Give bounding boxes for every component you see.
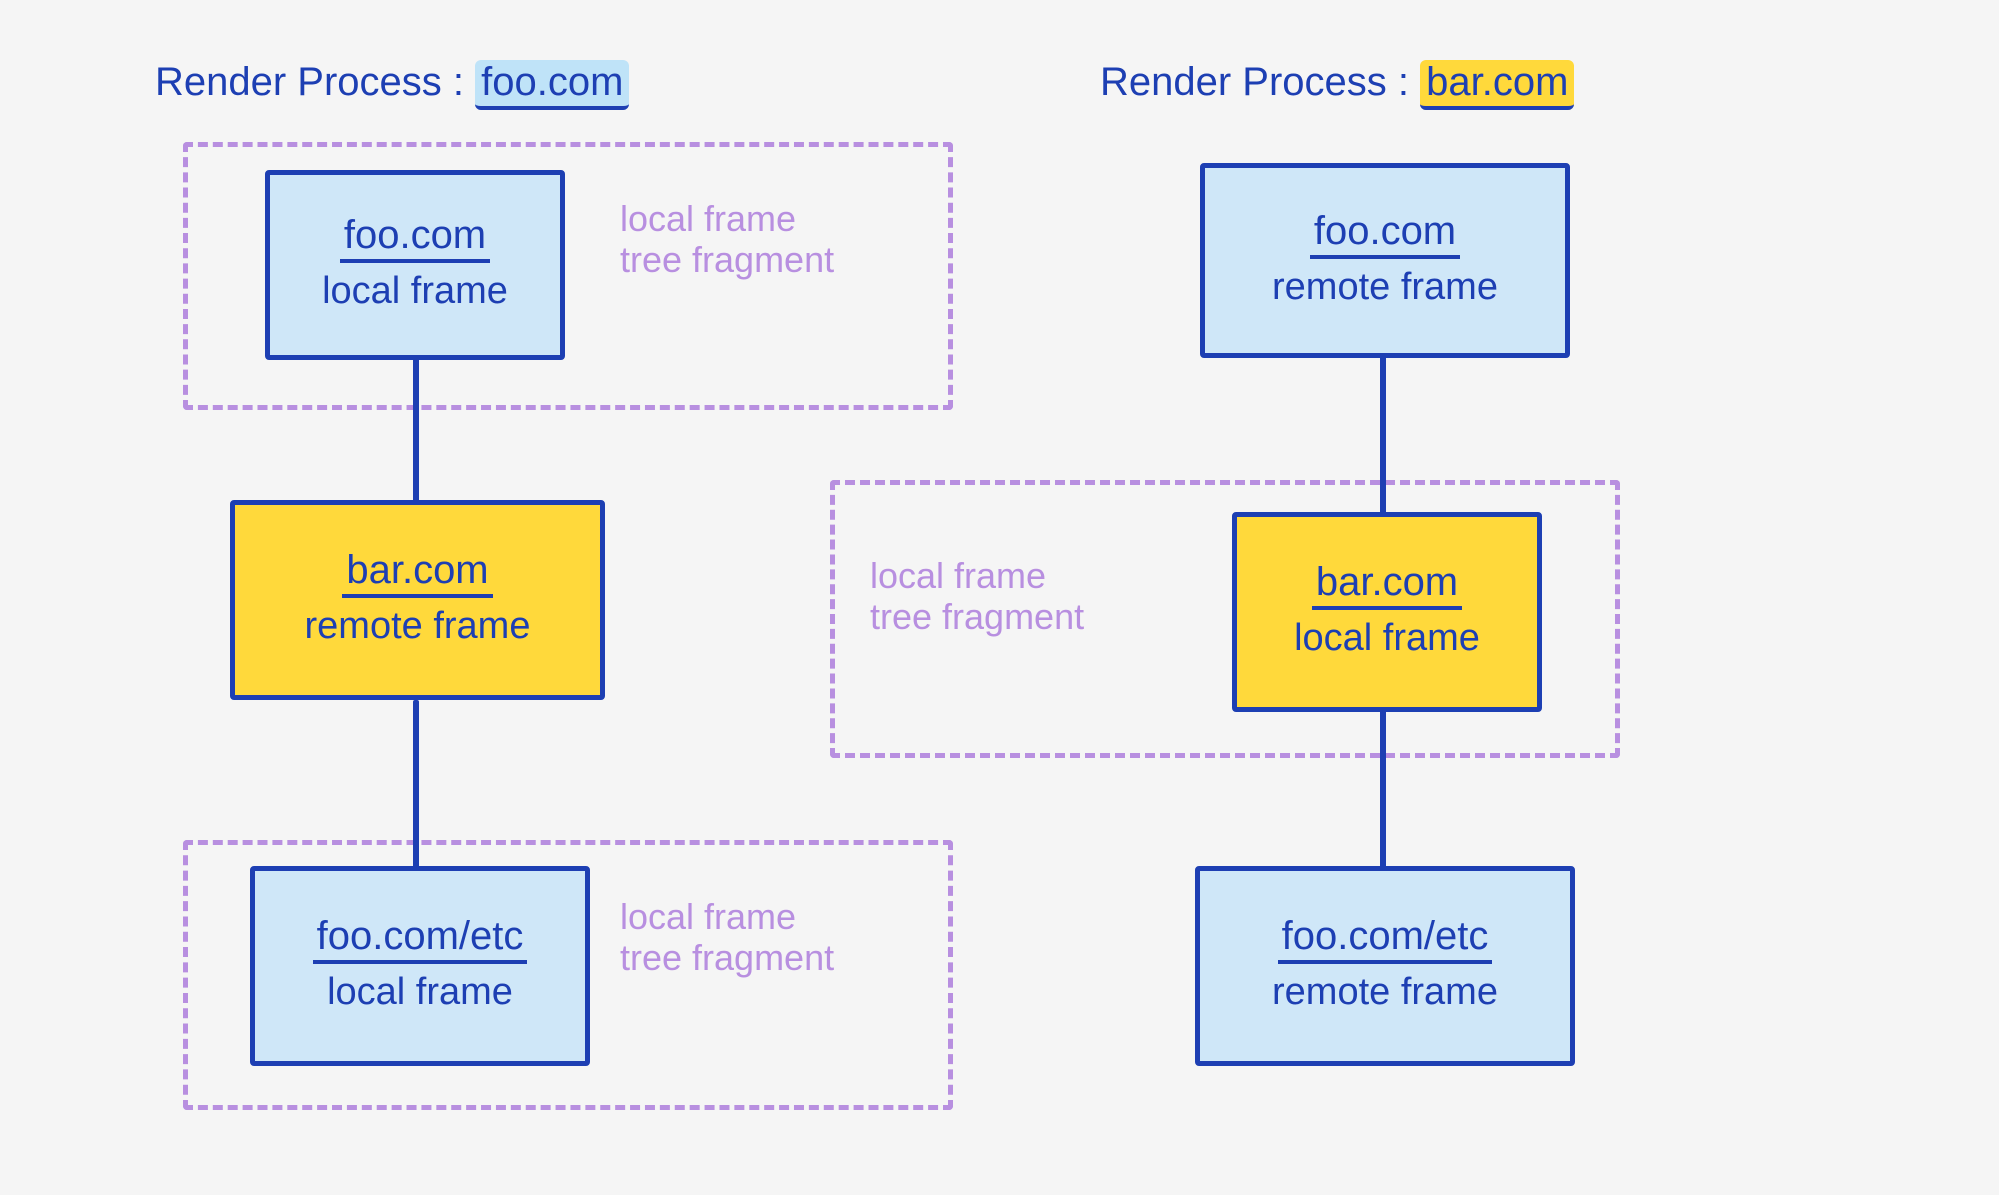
- fragment-label-left-bottom: local frame tree fragment: [620, 896, 834, 979]
- node-left-0-type: local frame: [322, 271, 508, 313]
- node-left-1-url: bar.com: [342, 548, 492, 598]
- connector-right-1: [1380, 350, 1386, 515]
- node-left-2-url: foo.com/etc: [313, 914, 528, 964]
- node-right-1-url: bar.com: [1312, 560, 1462, 610]
- connector-right-2: [1380, 710, 1386, 870]
- node-right-0: foo.com remote frame: [1200, 163, 1570, 358]
- node-right-1-type: local frame: [1294, 618, 1480, 660]
- node-right-2-url: foo.com/etc: [1278, 914, 1493, 964]
- title-right-origin: bar.com: [1420, 60, 1574, 110]
- node-left-0-url: foo.com: [340, 213, 490, 263]
- title-right-prefix: Render Process :: [1100, 60, 1420, 104]
- diagram-canvas: Render Process : foo.com Render Process …: [0, 0, 1999, 1195]
- node-left-2: foo.com/etc local frame: [250, 866, 590, 1066]
- node-right-0-url: foo.com: [1310, 209, 1460, 259]
- fragment-label-right: local frame tree fragment: [870, 555, 1084, 638]
- node-left-1: bar.com remote frame: [230, 500, 605, 700]
- connector-left-1: [413, 350, 419, 505]
- connector-left-2: [413, 700, 419, 870]
- node-left-2-type: local frame: [327, 972, 513, 1014]
- title-left-origin: foo.com: [475, 60, 629, 110]
- fragment-label-left-top: local frame tree fragment: [620, 198, 834, 281]
- node-right-2: foo.com/etc remote frame: [1195, 866, 1575, 1066]
- node-right-1: bar.com local frame: [1232, 512, 1542, 712]
- node-left-1-type: remote frame: [305, 606, 531, 648]
- node-right-2-type: remote frame: [1272, 972, 1498, 1014]
- node-left-0: foo.com local frame: [265, 170, 565, 360]
- title-left: Render Process : foo.com: [155, 60, 629, 105]
- title-right: Render Process : bar.com: [1100, 60, 1574, 105]
- title-left-prefix: Render Process :: [155, 60, 475, 104]
- node-right-0-type: remote frame: [1272, 267, 1498, 309]
